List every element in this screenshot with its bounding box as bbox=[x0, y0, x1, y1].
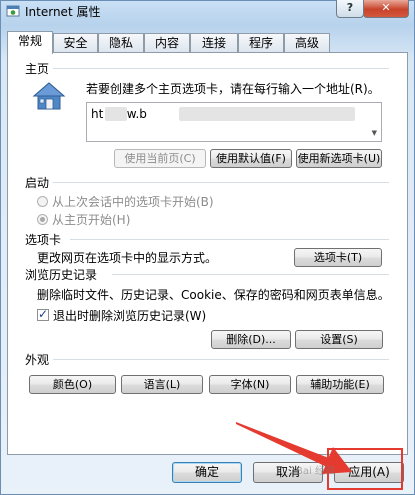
tab-general[interactable]: 常规 bbox=[7, 31, 53, 54]
annotation-arrow bbox=[236, 422, 352, 474]
annotation-highlight-box bbox=[327, 448, 403, 490]
watermark-text: Bai 经验 bbox=[296, 466, 335, 477]
